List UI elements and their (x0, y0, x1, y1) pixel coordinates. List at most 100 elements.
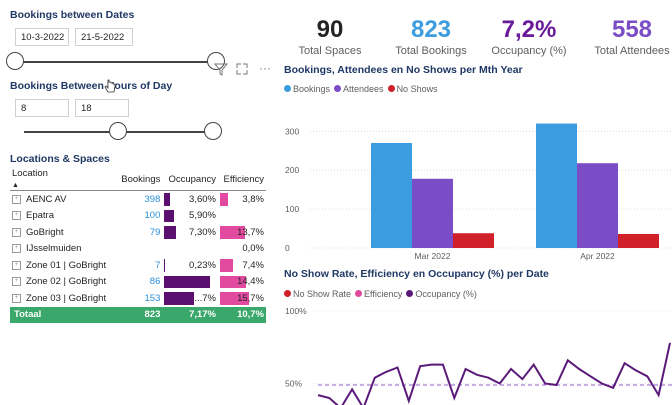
end-hour-input[interactable]: 18 (75, 99, 129, 117)
total-efficiency: 10,7% (217, 306, 266, 323)
efficiency-cell: 0,0% (218, 241, 266, 258)
occupancy-bar (164, 193, 170, 206)
kpi-value-2: 7,2% (501, 16, 557, 43)
efficiency-value: 14,4% (237, 276, 264, 288)
col-header-location[interactable]: Location ▲ (10, 168, 116, 191)
kpi-value-0: 90 (316, 16, 344, 43)
location-cell[interactable]: + Zone 02 | GoBright (10, 274, 116, 291)
hours-slider-end-thumb[interactable] (204, 122, 222, 140)
bar-no-shows[interactable] (618, 234, 659, 248)
filter-icon[interactable] (214, 62, 228, 76)
y-tick-label: 50% (285, 379, 302, 389)
bar-attendees[interactable] (577, 163, 618, 248)
legend-item[interactable]: Bookings (284, 84, 330, 94)
cursor-hand-icon (104, 79, 116, 93)
expand-icon[interactable]: + (12, 244, 21, 254)
legend-label: No Show Rate (293, 289, 352, 299)
col-header-efficiency[interactable]: Efficiency (217, 168, 266, 191)
table-row[interactable]: + Zone 02 | GoBright 86 14,4% (10, 274, 266, 291)
legend-dot (387, 85, 395, 92)
efficiency-value: 3,8% (242, 193, 264, 205)
efficiency-value: 13,7% (237, 226, 264, 238)
x-tick-label: Apr 2022 (580, 251, 615, 261)
focus-mode-icon[interactable] (236, 63, 248, 75)
location-cell[interactable]: + Epatra (10, 208, 116, 225)
occupancy-cell (162, 241, 218, 258)
bookings-cell (116, 241, 163, 258)
dates-slicer-title: Bookings between Dates (10, 9, 135, 21)
y-tick-label: 300 (285, 126, 299, 136)
bookings-cell: 153 (144, 292, 161, 304)
legend-item[interactable]: Attendees (334, 84, 384, 94)
location-cell[interactable]: + Zone 03 | GoBright (10, 290, 116, 307)
table-row[interactable]: + Zone 03 | GoBright 153 ...7% 15,7% (10, 290, 266, 307)
expand-icon[interactable]: + (12, 194, 21, 204)
end-date-input[interactable]: 21-5-2022 (75, 28, 133, 46)
bookings-cell: 86 (149, 276, 161, 288)
bar-bookings[interactable] (371, 143, 412, 248)
location-name: Zone 01 | GoBright (26, 259, 107, 271)
expand-icon[interactable]: + (12, 211, 21, 221)
kpi-label-1: Total Bookings (395, 45, 467, 57)
legend-item[interactable]: Efficiency (355, 289, 402, 299)
bar-no-shows[interactable] (453, 233, 494, 248)
location-cell[interactable]: + AENC AV (10, 191, 116, 208)
occupancy-cell (162, 274, 218, 291)
occupancy-line[interactable] (317, 342, 671, 405)
occupancy-bar (164, 226, 176, 239)
y-tick-label: 100% (285, 306, 307, 316)
occupancy-value: 5,90% (189, 210, 216, 222)
legend-label: Bookings (293, 84, 331, 94)
expand-icon[interactable]: + (12, 293, 21, 303)
efficiency-cell: 7,4% (218, 257, 266, 274)
expand-icon[interactable]: + (12, 277, 21, 287)
efficiency-value: 0,0% (242, 243, 264, 255)
efficiency-cell: 13,7% (218, 224, 266, 241)
col-header-occupancy[interactable]: Occupancy (162, 168, 218, 191)
table-row[interactable]: + IJsselmuiden 0,0% (10, 241, 266, 258)
expand-icon[interactable]: + (12, 227, 21, 237)
legend-item[interactable]: Occupancy (%) (406, 289, 477, 299)
legend-dot (284, 290, 291, 297)
bookings-cell: 79 (149, 226, 161, 238)
more-options-icon[interactable]: ··· (259, 61, 271, 75)
occupancy-bar (164, 292, 195, 305)
occupancy-cell: 7,30% (162, 224, 218, 241)
table-row[interactable]: + Zone 01 | GoBright 7 0,23% 7,4% (10, 257, 266, 274)
location-name: Zone 02 | GoBright (26, 276, 107, 288)
legend-label: Occupancy (%) (415, 289, 477, 299)
expand-icon[interactable]: + (12, 260, 21, 270)
occupancy-value: 7,30% (189, 226, 216, 238)
total-bookings: 823 (115, 306, 163, 323)
occupancy-cell: 3,60% (162, 191, 218, 208)
dates-slider-start-thumb[interactable] (6, 52, 24, 70)
y-tick-label: 0 (285, 243, 290, 253)
location-name: Zone 03 | GoBright (26, 292, 107, 304)
dates-slider-track[interactable] (18, 61, 216, 63)
bar-attendees[interactable] (412, 178, 453, 248)
occupancy-value: 3,60% (189, 193, 216, 205)
table-row[interactable]: + Epatra 100 5,90% (10, 208, 266, 225)
hours-slider-start-thumb[interactable] (109, 122, 127, 140)
location-cell[interactable]: + Zone 01 | GoBright (10, 257, 116, 274)
total-occupancy: 7,17% (162, 306, 218, 323)
legend-item[interactable]: No Show Rate (284, 289, 351, 299)
y-tick-label: 100 (285, 204, 299, 214)
start-hour-input[interactable]: 8 (15, 99, 69, 117)
col-header-bookings[interactable]: Bookings (115, 168, 163, 191)
legend-label: Attendees (343, 84, 384, 94)
bookings-chart-legend: Bookings Attendees No Shows (284, 84, 438, 94)
efficiency-bar (219, 259, 234, 272)
table-row[interactable]: + AENC AV 398 3,60% 3,8% (10, 191, 266, 208)
location-cell[interactable]: + IJsselmuiden (10, 241, 116, 258)
legend-item[interactable]: No Shows (387, 84, 438, 94)
kpi-label-0: Total Spaces (298, 45, 362, 57)
y-tick-label: 200 (285, 165, 299, 175)
bar-bookings[interactable] (536, 123, 577, 248)
kpi-value-3: 558 (611, 16, 653, 43)
start-date-input[interactable]: 10-3-2022 (15, 28, 69, 46)
table-row[interactable]: + GoBright 79 7,30% 13,7% (10, 224, 266, 241)
noshow-line-chart: 100% 50% (285, 306, 672, 405)
location-cell[interactable]: + GoBright (10, 224, 116, 241)
efficiency-value: 7,4% (242, 259, 264, 271)
